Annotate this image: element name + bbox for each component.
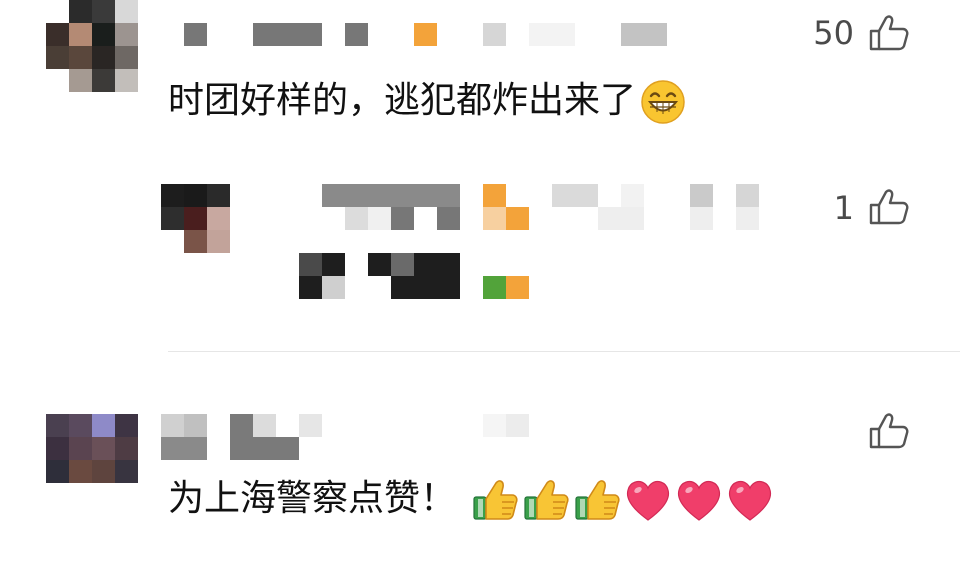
heart-emoji [627,480,670,521]
comment-text: 为上海警察点赞！ [168,474,773,524]
divider [168,351,960,352]
reply-avatar[interactable] [161,184,230,253]
heart-emoji [678,480,721,521]
heart-emoji [729,480,772,521]
emoji-row [467,478,773,521]
grinning-face-emoji [641,80,685,124]
comment-text: 时团好样的，逃犯都炸出来了 [168,76,686,126]
avatar[interactable] [46,414,138,483]
thumbs-up-icon[interactable] [868,188,910,226]
avatar[interactable] [46,0,138,92]
comment-text-body: 时团好样的，逃犯都炸出来了 [168,80,637,121]
thumbs-up-emoji [575,480,621,520]
thumbs-up-emoji [473,480,519,520]
thumbs-up-icon[interactable] [868,412,910,450]
reply-like-count: 1 [833,189,854,227]
thumbs-up-icon[interactable] [868,14,910,52]
like-count: 50 [813,14,854,52]
comment-text-body: 为上海警察点赞！ [168,478,457,519]
thumbs-up-emoji [524,480,570,520]
